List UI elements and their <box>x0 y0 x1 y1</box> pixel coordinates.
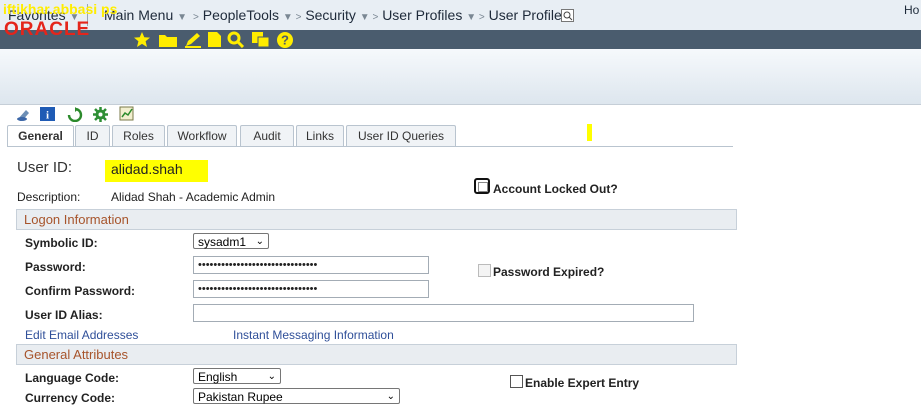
tab-roles[interactable]: Roles <box>112 125 165 146</box>
logon-information-section: Logon Information <box>16 209 737 230</box>
edit-email-addresses-link[interactable]: Edit Email Addresses <box>25 328 138 342</box>
report-icon[interactable] <box>119 105 135 124</box>
symbolic-id-select[interactable]: sysadm1 ⌄ <box>193 233 269 249</box>
enable-expert-entry-checkbox[interactable] <box>510 375 523 388</box>
refresh-icon[interactable] <box>67 107 83 125</box>
symbolic-id-value: sysadm1 <box>198 235 247 249</box>
username-label: iftikhar.abbasi ps <box>3 1 118 17</box>
tab-user-id-queries[interactable]: User ID Queries <box>346 125 456 146</box>
description-value: Alidad Shah - Academic Admin <box>111 190 276 204</box>
info-icon[interactable]: i <box>40 107 55 124</box>
tab-id[interactable]: ID <box>75 125 110 146</box>
document-icon[interactable] <box>207 31 222 51</box>
chevron-down-icon: ▼ <box>177 12 188 23</box>
currency-code-select[interactable]: Pakistan Rupee ⌄ <box>193 388 400 404</box>
user-id-label: User ID: <box>17 159 73 176</box>
instant-messaging-link[interactable]: Instant Messaging Information <box>233 328 394 342</box>
chevron-down-icon: ▼ > <box>282 12 302 23</box>
user-id-value: alidad.shah <box>111 161 183 177</box>
currency-code-label: Currency Code: <box>25 391 116 405</box>
oracle-logo: ORACLE <box>4 19 91 40</box>
account-locked-label: Account Locked Out? <box>493 182 618 196</box>
tab-underline <box>7 146 733 147</box>
chevron-down-icon: ⌄ <box>386 391 395 402</box>
spell-check-icon[interactable] <box>16 107 32 124</box>
language-code-value: English <box>198 370 238 384</box>
chevron-down-icon: ▼ > <box>466 12 485 23</box>
page-search-icon[interactable] <box>561 9 574 22</box>
home-link[interactable]: Ho <box>904 3 919 17</box>
user-id-alias-label: User ID Alias: <box>25 308 103 322</box>
password-field[interactable]: ••••••••••••••••••••••••••••••• <box>193 256 429 274</box>
star-icon[interactable] <box>133 31 151 51</box>
password-expired-checkbox[interactable] <box>478 264 491 277</box>
password-label: Password: <box>25 260 86 274</box>
svg-text:?: ? <box>281 33 289 48</box>
confirm-password-field[interactable]: ••••••••••••••••••••••••••••••• <box>193 280 429 298</box>
confirm-password-label: Confirm Password: <box>25 284 136 298</box>
enable-expert-entry-label: Enable Expert Entry <box>525 376 640 390</box>
chevron-down-icon: ⌄ <box>267 371 276 382</box>
language-code-label: Language Code: <box>25 371 120 385</box>
breadcrumb-peopletools[interactable]: PeopleTools <box>203 7 279 23</box>
svg-text:i: i <box>46 110 49 122</box>
currency-code-value: Pakistan Rupee <box>198 390 283 404</box>
branding-header <box>0 49 921 105</box>
general-section-title: General Attributes <box>24 347 129 362</box>
password-expired-label: Password Expired? <box>493 265 605 279</box>
highlight-mark <box>587 124 592 141</box>
logon-section-title: Logon Information <box>24 212 129 227</box>
tab-general[interactable]: General <box>7 125 74 147</box>
symbolic-id-label: Symbolic ID: <box>25 236 98 250</box>
language-code-select[interactable]: English ⌄ <box>193 368 281 384</box>
tab-links[interactable]: Links <box>296 125 344 146</box>
breadcrumb: > PeopleTools ▼ > Security ▼ > User Prof… <box>193 7 569 23</box>
general-attributes-section: General Attributes <box>16 344 737 365</box>
tab-audit[interactable]: Audit <box>240 125 294 146</box>
user-id-alias-field[interactable] <box>193 304 694 322</box>
description-label: Description: <box>17 190 81 204</box>
breadcrumb-security[interactable]: Security <box>305 7 356 23</box>
tab-workflow[interactable]: Workflow <box>167 125 237 146</box>
search-icon[interactable] <box>227 31 245 51</box>
gear-icon[interactable] <box>93 107 108 125</box>
chevron-right-icon: > <box>193 12 199 23</box>
chevron-down-icon: ▼ > <box>359 12 379 23</box>
chevron-down-icon: ⌄ <box>255 236 264 247</box>
account-locked-checkbox[interactable] <box>474 178 490 194</box>
breadcrumb-user-profiles[interactable]: User Profiles <box>382 7 462 23</box>
breadcrumb-user-profiles-current: User Profiles <box>488 7 569 23</box>
new-window-icon[interactable] <box>251 31 271 51</box>
